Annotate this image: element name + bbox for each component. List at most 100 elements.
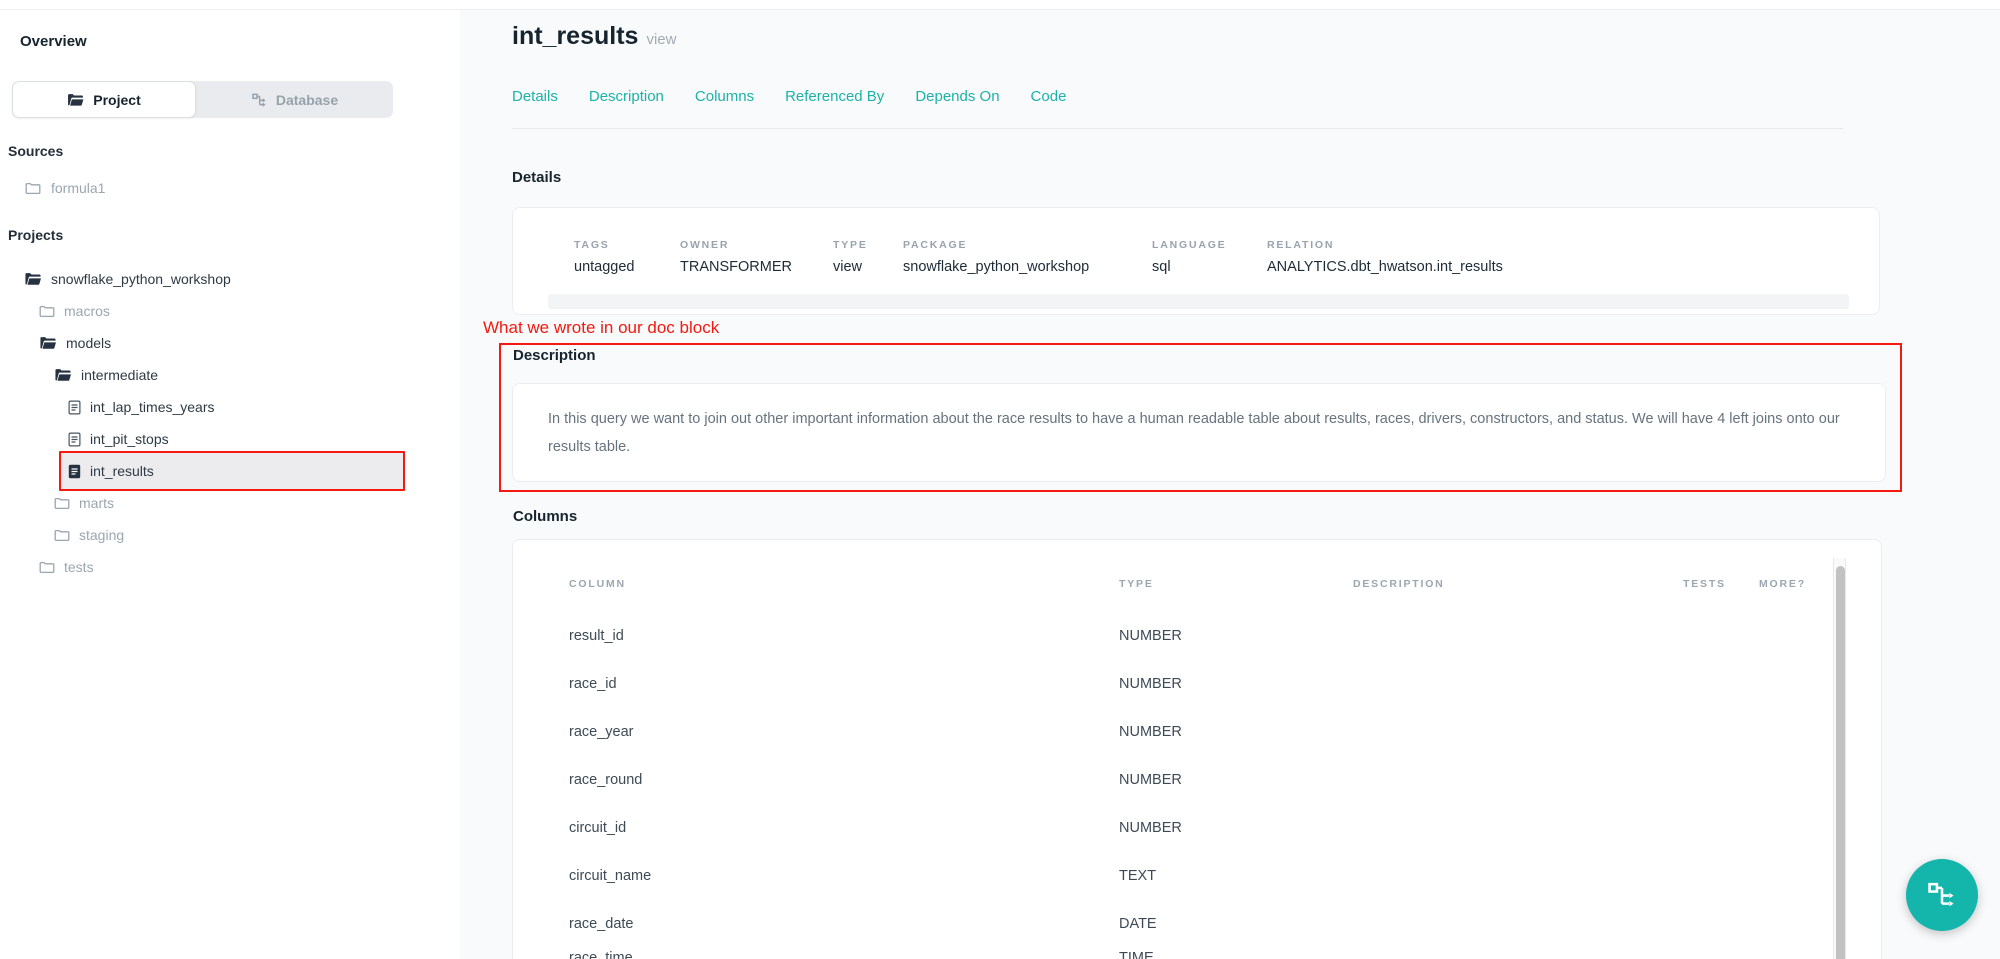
sidebar-item-formula1[interactable]: formula1 — [0, 173, 460, 203]
tab-code[interactable]: Code — [1031, 88, 1067, 105]
columns-table-body: result_id NUMBER race_id NUMBER race_yea… — [513, 612, 1881, 959]
table-row-race-id[interactable]: race_id NUMBER — [513, 660, 1881, 708]
model-name: int_results — [512, 22, 638, 50]
column-type: NUMBER — [1119, 724, 1182, 740]
file-icon — [68, 400, 81, 415]
table-row-circuit-id[interactable]: circuit_id NUMBER — [513, 804, 1881, 852]
column-name: circuit_name — [569, 868, 651, 884]
header-description: DESCRIPTION — [1353, 578, 1445, 590]
folder-open-icon — [67, 93, 84, 107]
details-section-heading: Details — [512, 169, 561, 186]
tree-item-label: int_pit_stops — [90, 431, 169, 447]
column-name: race_round — [569, 772, 642, 788]
tree-item-label: models — [66, 335, 111, 351]
column-type: DATE — [1119, 916, 1157, 932]
header-more: MORE? — [1759, 578, 1806, 590]
column-type: NUMBER — [1119, 820, 1182, 836]
annotation-text: What we wrote in our doc block — [483, 318, 719, 338]
tab-columns[interactable]: Columns — [695, 88, 754, 105]
file-solid-icon — [68, 464, 81, 479]
tree-item-snowflake-python-workshop[interactable]: snowflake_python_workshop — [0, 263, 460, 295]
folder-icon — [25, 182, 41, 195]
model-type-badge: view — [646, 31, 676, 48]
toggle-project-label: Project — [93, 92, 140, 108]
header-tests: TESTS — [1683, 578, 1726, 590]
detail-value: TRANSFORMER — [680, 259, 792, 275]
detail-value: sql — [1152, 259, 1171, 275]
projects-header: Projects — [8, 227, 63, 243]
page-title: int_results view — [512, 22, 676, 51]
tree-item-marts[interactable]: marts — [0, 487, 460, 519]
tree-item-label: int_lap_times_years — [90, 399, 215, 415]
folder-icon — [54, 529, 70, 542]
tab-referenced-by[interactable]: Referenced By — [785, 88, 884, 105]
table-row-race-round[interactable]: race_round NUMBER — [513, 756, 1881, 804]
columns-card: COLUMN TYPE DESCRIPTION TESTS MORE? resu… — [512, 539, 1882, 959]
description-card: In this query we want to join out other … — [512, 383, 1886, 482]
folder-open-icon — [24, 272, 42, 286]
folder-icon — [39, 305, 55, 318]
column-name: race_time — [569, 950, 633, 959]
file-icon — [68, 432, 81, 447]
tree-item-label: staging — [79, 527, 124, 543]
detail-label: TAGS — [574, 239, 610, 251]
tree-item-label: tests — [64, 559, 94, 575]
column-type: NUMBER — [1119, 676, 1182, 692]
detail-label: TYPE — [833, 239, 868, 251]
folder-icon — [39, 561, 55, 574]
columns-table-header: COLUMN TYPE DESCRIPTION TESTS MORE? — [513, 578, 1881, 592]
tree-item-models[interactable]: models — [0, 327, 460, 359]
tree-item-label: snowflake_python_workshop — [51, 271, 231, 287]
lineage-graph-icon — [1927, 880, 1957, 910]
tree-item-tests[interactable]: tests — [0, 551, 460, 583]
detail-label: PACKAGE — [903, 239, 967, 251]
source-label: formula1 — [51, 180, 105, 196]
tab-depends-on[interactable]: Depends On — [915, 88, 999, 105]
table-row-circuit-name[interactable]: circuit_name TEXT — [513, 852, 1881, 900]
header-column: COLUMN — [569, 578, 626, 590]
table-scrollbar-track[interactable] — [1833, 558, 1846, 959]
tree-item-staging[interactable]: staging — [0, 519, 460, 551]
view-toggle: Project Database — [12, 81, 393, 118]
tree-item-int-lap-times-years[interactable]: int_lap_times_years — [0, 391, 460, 423]
lineage-graph-fab[interactable] — [1906, 859, 1978, 931]
tab-bar: Details Description Columns Referenced B… — [512, 88, 1066, 105]
detail-value: ANALYTICS.dbt_hwatson.int_results — [1267, 259, 1503, 275]
detail-value: untagged — [574, 259, 634, 275]
column-type: NUMBER — [1119, 628, 1182, 644]
column-name: race_id — [569, 676, 617, 692]
tab-details[interactable]: Details — [512, 88, 558, 105]
tree-item-intermediate[interactable]: intermediate — [0, 359, 460, 391]
database-tree-icon — [251, 92, 267, 108]
description-text: In this query we want to join out other … — [548, 405, 1848, 461]
sidebar-title: Overview — [20, 33, 87, 50]
sources-header: Sources — [8, 143, 63, 159]
toggle-database-button[interactable]: Database — [196, 81, 393, 118]
description-section-heading: Description — [513, 347, 596, 364]
tree-item-macros[interactable]: macros — [0, 295, 460, 327]
tree-item-label: marts — [79, 495, 114, 511]
toggle-project-button[interactable]: Project — [12, 81, 196, 118]
project-tree: snowflake_python_workshop macros models … — [0, 263, 460, 583]
collapsed-strip[interactable] — [548, 294, 1849, 309]
tree-item-label: int_results — [90, 463, 154, 479]
tab-description[interactable]: Description — [589, 88, 664, 105]
column-type: TEXT — [1119, 868, 1156, 884]
table-scrollbar-thumb[interactable] — [1836, 566, 1845, 959]
dbt-docs-page: Overview Project Database Sources formul… — [0, 0, 2000, 959]
tree-item-int-results[interactable]: int_results — [0, 455, 460, 487]
tree-item-label: macros — [64, 303, 110, 319]
table-row-race-time[interactable]: race_time TIME — [513, 934, 1881, 959]
tab-divider — [512, 128, 1843, 129]
tree-item-label: intermediate — [81, 367, 158, 383]
detail-label: LANGUAGE — [1152, 239, 1226, 251]
detail-label: OWNER — [680, 239, 729, 251]
column-type: TIME — [1119, 950, 1154, 959]
column-name: circuit_id — [569, 820, 626, 836]
detail-label: RELATION — [1267, 239, 1334, 251]
detail-value: snowflake_python_workshop — [903, 259, 1089, 275]
folder-open-icon — [54, 368, 72, 382]
table-row-race-year[interactable]: race_year NUMBER — [513, 708, 1881, 756]
table-row-result-id[interactable]: result_id NUMBER — [513, 612, 1881, 660]
folder-icon — [54, 497, 70, 510]
